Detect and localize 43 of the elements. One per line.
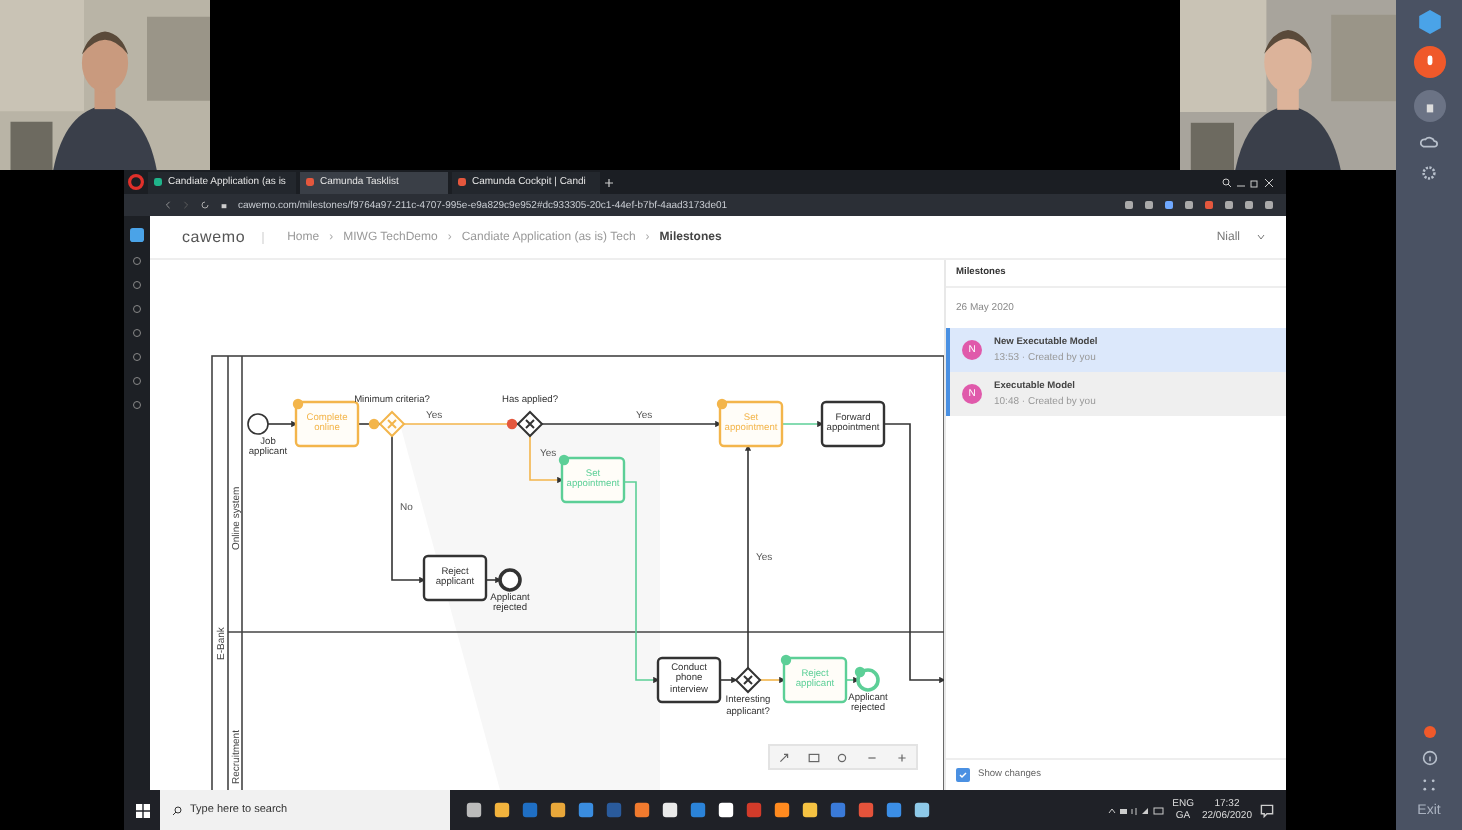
zoom-in-icon[interactable]: [895, 751, 908, 763]
reload-icon[interactable]: [200, 200, 210, 210]
browser-logo-icon[interactable]: [128, 174, 144, 190]
sidebar-shortcut-icon[interactable]: [132, 400, 142, 410]
sidebar-shortcut-icon[interactable]: [132, 328, 142, 338]
close-icon[interactable]: [1264, 177, 1274, 187]
sidebar-shortcut-icon[interactable]: [132, 352, 142, 362]
tab-favicon-icon: [306, 178, 314, 186]
windows-start-icon[interactable]: [135, 803, 149, 817]
notification-icon[interactable]: [1260, 803, 1274, 817]
settings-icon[interactable]: [1420, 164, 1438, 182]
search-icon[interactable]: [1222, 177, 1232, 187]
new-tab-icon[interactable]: [604, 177, 614, 187]
search-icon: [172, 805, 182, 815]
app-logo[interactable]: cawemo: [182, 228, 246, 246]
info-icon[interactable]: [1421, 750, 1437, 766]
tray-icons-drawing[interactable]: [1108, 805, 1165, 815]
sidebar-shortcut-icon[interactable]: [132, 376, 142, 386]
flow-arrow: [759, 676, 786, 684]
grid-icon[interactable]: [1422, 778, 1436, 792]
back-icon[interactable]: [164, 200, 172, 210]
flow-arrow: [529, 435, 564, 484]
flow-arrow: [845, 676, 860, 684]
sidebar-shortcut-icon[interactable]: [132, 280, 142, 290]
sidebar-shortcut-icon[interactable]: [132, 256, 142, 266]
flow-arrow: [267, 420, 298, 428]
restore-icon[interactable]: [1250, 177, 1260, 187]
tab-favicon-icon: [458, 178, 466, 186]
flow-arrow: [719, 676, 738, 684]
minimap-icon[interactable]: [807, 751, 820, 763]
center-icon[interactable]: [836, 751, 849, 763]
flow-arrow: [485, 576, 502, 584]
cloud-icon[interactable]: [1420, 134, 1438, 152]
status-dot-icon: [1423, 726, 1435, 738]
sidebar-shortcut-icon[interactable]: [132, 304, 142, 314]
fullscreen-icon[interactable]: [778, 751, 791, 763]
microphone-button[interactable]: [1413, 46, 1445, 78]
checkbox[interactable]: [956, 768, 970, 782]
chevron-down-icon[interactable]: [1256, 232, 1266, 242]
flow-arrow: [781, 420, 824, 428]
raise-hand-button[interactable]: [1413, 90, 1445, 122]
tab-favicon-icon: [154, 178, 162, 186]
app-logo-icon[interactable]: [1417, 10, 1441, 34]
